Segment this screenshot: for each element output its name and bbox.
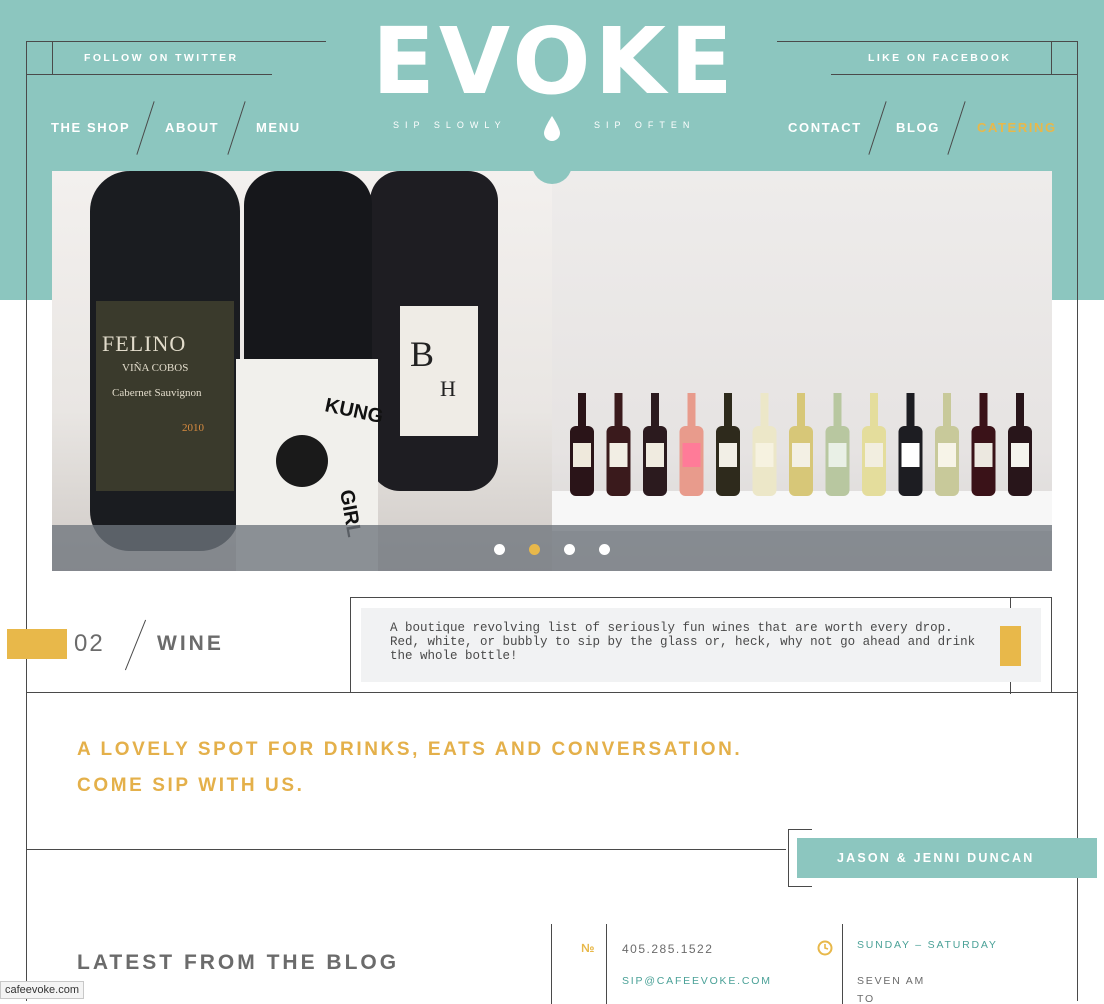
- phone-number[interactable]: 405.285.1522: [622, 942, 713, 956]
- logo-text: EVOKE: [372, 8, 737, 115]
- opening-days: SUNDAY – SATURDAY: [857, 939, 998, 951]
- bottle-neck-shape: [979, 393, 988, 429]
- nav-contact[interactable]: CONTACT: [788, 120, 862, 135]
- bottle-row-illustration: [552, 393, 1052, 531]
- section-description: A boutique revolving list of seriously f…: [390, 621, 976, 663]
- slider-overlay-bar: [52, 525, 1052, 571]
- bottle-neck-shape: [870, 393, 878, 429]
- frame-inner-left: [52, 41, 53, 74]
- site-logo[interactable]: EVOKE: [372, 12, 734, 112]
- nav-catering[interactable]: CATERING: [977, 120, 1057, 135]
- bottle-neck-shape: [578, 393, 586, 429]
- bottle-neck-shape: [1016, 393, 1024, 429]
- bottle-label-shape: [901, 443, 920, 467]
- desc-frame-top: [350, 597, 1052, 598]
- slide-image-bottles-closeup: B H FELINO VIÑA COBOS Cabernet Sauvignon…: [52, 171, 552, 571]
- owner-bracket-top: [788, 829, 812, 830]
- desc-frame-left: [350, 597, 351, 692]
- section-divider-line: [26, 692, 1078, 693]
- section-divider: [124, 619, 147, 671]
- bottle-neck-shape: [687, 393, 696, 429]
- svg-text:FELINO: FELINO: [102, 331, 186, 356]
- nav-the-shop[interactable]: THE SHOP: [51, 120, 130, 135]
- frame-top-right: [777, 41, 1077, 42]
- bottle-label-shape: [646, 443, 664, 467]
- section-number: 02: [74, 630, 105, 657]
- bottle-neck-shape: [724, 393, 732, 429]
- frame-social-left-under: [26, 74, 272, 75]
- bottles-closeup-illustration: B H FELINO VIÑA COBOS Cabernet Sauvignon…: [90, 171, 498, 571]
- facebook-link[interactable]: LIKE ON FACEBOOK: [868, 52, 1011, 64]
- svg-text:H: H: [440, 376, 456, 401]
- nav-menu[interactable]: MENU: [256, 120, 301, 135]
- slide-image-bottle-row: [552, 171, 1052, 571]
- drop-icon: [544, 116, 560, 141]
- bottle-neck-shape: [614, 393, 623, 429]
- contact-divider-2: [606, 924, 607, 1004]
- bottle-label-shape: [609, 443, 628, 467]
- nav-about[interactable]: ABOUT: [165, 120, 219, 135]
- owner-bracket-bottom: [788, 886, 812, 887]
- section-marker: [7, 629, 67, 659]
- bottle-neck-shape: [760, 393, 769, 429]
- desc-frame-right: [1051, 597, 1052, 692]
- nav-blog[interactable]: BLOG: [896, 120, 940, 135]
- tagline-left: SIP SLOWLY: [393, 120, 507, 130]
- bottle-neck-shape: [651, 393, 659, 429]
- bottle-label-shape: [573, 443, 591, 467]
- bottle-neck-shape: [943, 393, 951, 429]
- tagline-right: SIP OFTEN: [594, 120, 696, 130]
- svg-text:VIÑA COBOS: VIÑA COBOS: [122, 362, 188, 374]
- bottle-label-shape: [938, 443, 956, 467]
- frame-social-right-under: [831, 74, 1077, 75]
- bottle-label-shape: [974, 443, 993, 467]
- opening-time-to: TO: [857, 993, 875, 1004]
- description-marker: [1000, 626, 1021, 666]
- bottle-label-shape: [755, 443, 774, 467]
- bottle-neck-shape: [906, 393, 915, 429]
- bottle-neck-shape: [833, 393, 842, 429]
- intro-headline-1: A LOVELY SPOT FOR DRINKS, EATS AND CONVE…: [77, 739, 743, 760]
- svg-text:Cabernet Sauvignon: Cabernet Sauvignon: [112, 387, 202, 399]
- twitter-link[interactable]: FOLLOW ON TWITTER: [84, 52, 239, 64]
- svg-text:B: B: [410, 334, 434, 374]
- bottle-label-shape: [719, 443, 737, 467]
- blog-section-title: LATEST FROM THE BLOG: [77, 951, 400, 974]
- bottle-label-shape: [1011, 443, 1029, 467]
- phone-number-icon: №: [581, 941, 595, 955]
- clock-icon: [817, 940, 833, 956]
- intro-divider-line: [26, 849, 786, 850]
- contact-divider-1: [551, 924, 552, 1004]
- status-bar-url: cafeevoke.com: [0, 981, 84, 999]
- slider-dot-4[interactable]: [599, 544, 610, 555]
- bottle-label-shape: [792, 443, 810, 467]
- email-link[interactable]: SIP@CAFEEVOKE.COM: [622, 975, 772, 987]
- intro-headline-2: COME SIP WITH US.: [77, 775, 305, 796]
- frame-left-vertical: [26, 41, 27, 1001]
- hero-slider[interactable]: B H FELINO VIÑA COBOS Cabernet Sauvignon…: [52, 171, 1052, 571]
- svg-text:2010: 2010: [182, 422, 205, 434]
- slider-dot-3[interactable]: [564, 544, 575, 555]
- contact-divider-3: [842, 924, 843, 1004]
- bottle-neck-shape: [797, 393, 805, 429]
- slider-dot-2[interactable]: [529, 544, 540, 555]
- frame-inner-right: [1051, 41, 1052, 74]
- bottle-label-shape: [828, 443, 847, 467]
- bottle-label-shape: [865, 443, 883, 467]
- section-title: WINE: [157, 632, 224, 655]
- slider-dot-1[interactable]: [494, 544, 505, 555]
- owners-name: JASON & JENNI DUNCAN: [837, 851, 1035, 865]
- bottle-label-shape: [682, 443, 701, 467]
- frame-top-left: [26, 41, 326, 42]
- opening-time: SEVEN AM: [857, 975, 926, 987]
- owner-bracket-left: [788, 829, 789, 887]
